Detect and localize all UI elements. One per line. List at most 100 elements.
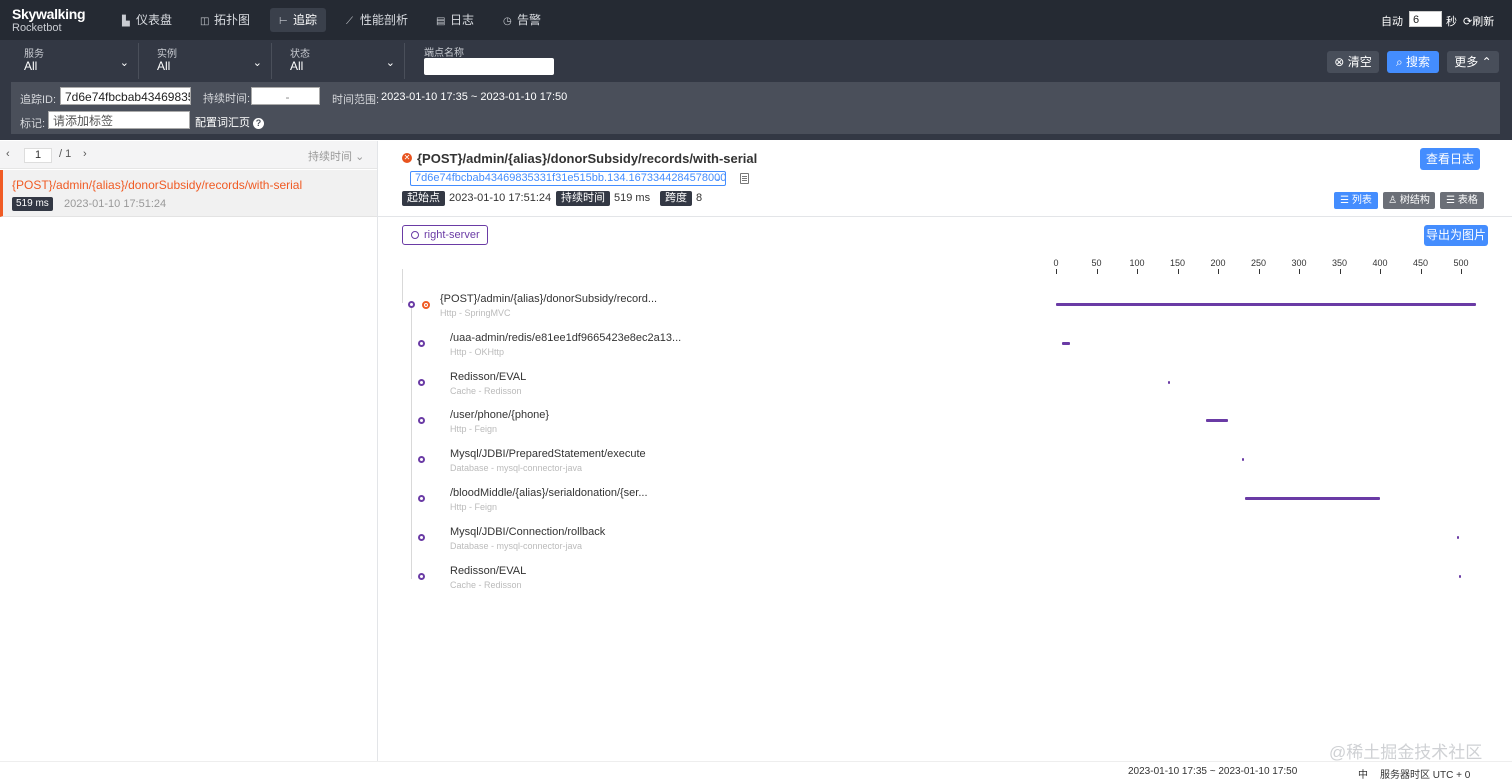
export-image-button[interactable]: 导出为图片 (1424, 225, 1488, 246)
nav-label: 追踪 (293, 13, 318, 27)
span-name: Mysql/JDBI/PreparedStatement/execute (450, 448, 646, 461)
span-row[interactable]: /uaa-admin/redis/e81ee1df9665423e8ec2a13… (450, 332, 681, 357)
nav-alarm[interactable]: ◷ 告警 (494, 8, 550, 32)
nav-dashboard[interactable]: ▙ 仪表盘 (113, 8, 181, 32)
refresh-button[interactable]: ⟳刷新 (1463, 13, 1494, 29)
span-row[interactable]: /user/phone/{phone} Http - Feign (450, 409, 549, 434)
nav-topology[interactable]: ◫ 拓扑图 (191, 8, 259, 32)
view-log-button[interactable]: 查看日志 (1420, 148, 1480, 170)
language-toggle[interactable]: 中 (1358, 766, 1368, 781)
tick-mark (1299, 269, 1300, 274)
span-row[interactable]: {POST}/admin/{alias}/donorSubsidy/record… (440, 293, 657, 318)
span-badge: 跨度 (660, 191, 692, 206)
page-input[interactable]: 1 (24, 148, 52, 163)
trace-id-select[interactable]: 7d6e74fbcbab43469835331f31e515bb.134.167… (410, 171, 726, 186)
tick-mark (1339, 269, 1341, 274)
trace-id-input[interactable]: 7d6e74fbcbab434698353 (60, 87, 191, 105)
span-component: Cache - Redisson (450, 579, 522, 590)
span-node-icon[interactable] (408, 301, 415, 308)
view-list-button[interactable]: ☰ 列表 (1334, 192, 1378, 209)
clear-icon: ⊗ (1334, 55, 1345, 69)
span-node-icon[interactable] (418, 495, 425, 502)
endpoint-input[interactable] (424, 58, 554, 75)
span-tree: {POST}/admin/{alias}/donorSubsidy/record… (378, 269, 1477, 599)
footer: 2023-01-10 17:35 ~ 2023-01-10 17:50 中 服务… (0, 761, 1512, 782)
log-icon: ▤ (436, 16, 446, 27)
chevron-down-icon: ⌄ (119, 57, 129, 69)
tick-mark (1420, 269, 1422, 274)
tags-input[interactable]: 请添加标签 (48, 111, 190, 129)
span-duration-bar[interactable] (1062, 341, 1070, 345)
status-label: 状态 (290, 49, 310, 60)
server-tag[interactable]: right-server (402, 225, 488, 245)
view-tree-button[interactable]: ♙ 树结构 (1383, 192, 1435, 209)
nav-label: 告警 (517, 13, 542, 27)
instance-value: All (157, 59, 171, 73)
span-component: Http - SpringMVC (440, 308, 511, 318)
profile-icon: ⟋ (346, 16, 353, 27)
span-node-icon[interactable] (418, 339, 425, 347)
span-node-icon[interactable] (418, 533, 425, 541)
refresh-interval-input[interactable]: 6 (1409, 11, 1442, 27)
copy-icon[interactable] (740, 173, 749, 184)
help-icon[interactable]: ? (253, 118, 264, 129)
span-component: Cache - Redisson (450, 385, 522, 396)
server-name: right-server (424, 229, 480, 241)
search-button[interactable]: ⌕ 搜索 (1387, 51, 1439, 73)
span-row[interactable]: Mysql/JDBI/PreparedStatement/execute Data… (450, 448, 646, 473)
view-tree-label: 树结构 (1399, 195, 1430, 206)
time-range-label: 时间范围: (332, 94, 380, 106)
chevron-down-icon: ⌄ (252, 57, 262, 69)
tick-mark (1380, 269, 1381, 274)
vocab-link[interactable]: 配置词汇页? (195, 114, 264, 130)
clear-button[interactable]: ⊗ 清空 (1327, 51, 1379, 73)
duration-input[interactable]: - (251, 87, 320, 105)
span-node-icon[interactable] (418, 572, 425, 580)
tick-mark (1218, 269, 1219, 274)
span-name: Redisson/EVAL (450, 564, 527, 577)
span-node-icon[interactable] (418, 378, 425, 386)
span-component: Http - Feign (450, 424, 498, 435)
span-name: /bloodMiddle/{alias}/serialdonation/{ser… (450, 487, 648, 499)
span-node-icon[interactable] (418, 417, 425, 425)
nav-profile[interactable]: ⟋ 性能剖析 (337, 8, 417, 32)
more-button[interactable]: 更多 ⌃ (1447, 51, 1499, 73)
span-duration-bar[interactable] (1242, 458, 1245, 462)
span-duration-bar[interactable] (1205, 419, 1228, 423)
span-duration-bar[interactable] (1458, 574, 1461, 578)
service-select[interactable]: 服务 All ⌄ (11, 43, 139, 79)
prev-page-icon[interactable]: ‹ (6, 148, 10, 160)
duration-value: 519 ms (614, 192, 651, 204)
span-duration-bar[interactable] (1056, 303, 1477, 306)
trace-id-label: 追踪ID: (20, 94, 57, 106)
view-table-button[interactable]: ☰ 表格 (1440, 192, 1484, 209)
span-row[interactable]: /bloodMiddle/{alias}/serialdonation/{ser… (450, 487, 648, 512)
span-duration-bar[interactable] (1456, 535, 1459, 539)
span-component: Database - mysql-connector-java (450, 463, 583, 474)
trace-list-item[interactable]: {POST}/admin/{alias}/donorSubsidy/record… (0, 170, 377, 217)
tick-mark (1177, 269, 1179, 274)
next-page-icon[interactable]: › (83, 148, 87, 160)
sort-select[interactable]: 持续时间 ⌄ (308, 148, 364, 164)
app-logo[interactable]: Skywalking Rocketbot (12, 7, 86, 34)
span-row[interactable]: Redisson/EVAL Cache - Redisson (450, 565, 526, 590)
instance-select[interactable]: 实例 All ⌄ (144, 43, 272, 79)
tick-mark (1258, 269, 1260, 274)
span-row[interactable]: Redisson/EVAL Cache - Redisson (450, 371, 526, 396)
span-component: Http - Feign (450, 502, 498, 512)
instance-label: 实例 (157, 49, 177, 60)
span-node-icon[interactable] (418, 456, 425, 464)
timeline-axis: 0 50 100 150 200 250 300 350 400 450 500 (1053, 258, 1486, 276)
circle-icon (411, 231, 419, 239)
topology-icon: ◫ (200, 16, 210, 27)
span-duration-bar[interactable] (1167, 380, 1170, 384)
nav-log[interactable]: ▤ 日志 (427, 8, 483, 32)
status-select[interactable]: 状态 All ⌄ (277, 43, 405, 79)
top-nav: Skywalking Rocketbot ▙ 仪表盘 ◫ 拓扑图 ⊢ 追踪 ⟋ 性能剖析… (0, 0, 1512, 40)
nav-trace[interactable]: ⊢ 追踪 (270, 8, 327, 32)
nav-label: 仪表盘 (136, 13, 173, 27)
span-row[interactable]: Mysql/JDBI/Connection/rollback Database -… (450, 526, 605, 551)
span-value: 8 (696, 192, 703, 204)
trace-item-time: 2023-01-10 17:51:24 (64, 198, 167, 210)
span-duration-bar[interactable] (1244, 497, 1380, 500)
